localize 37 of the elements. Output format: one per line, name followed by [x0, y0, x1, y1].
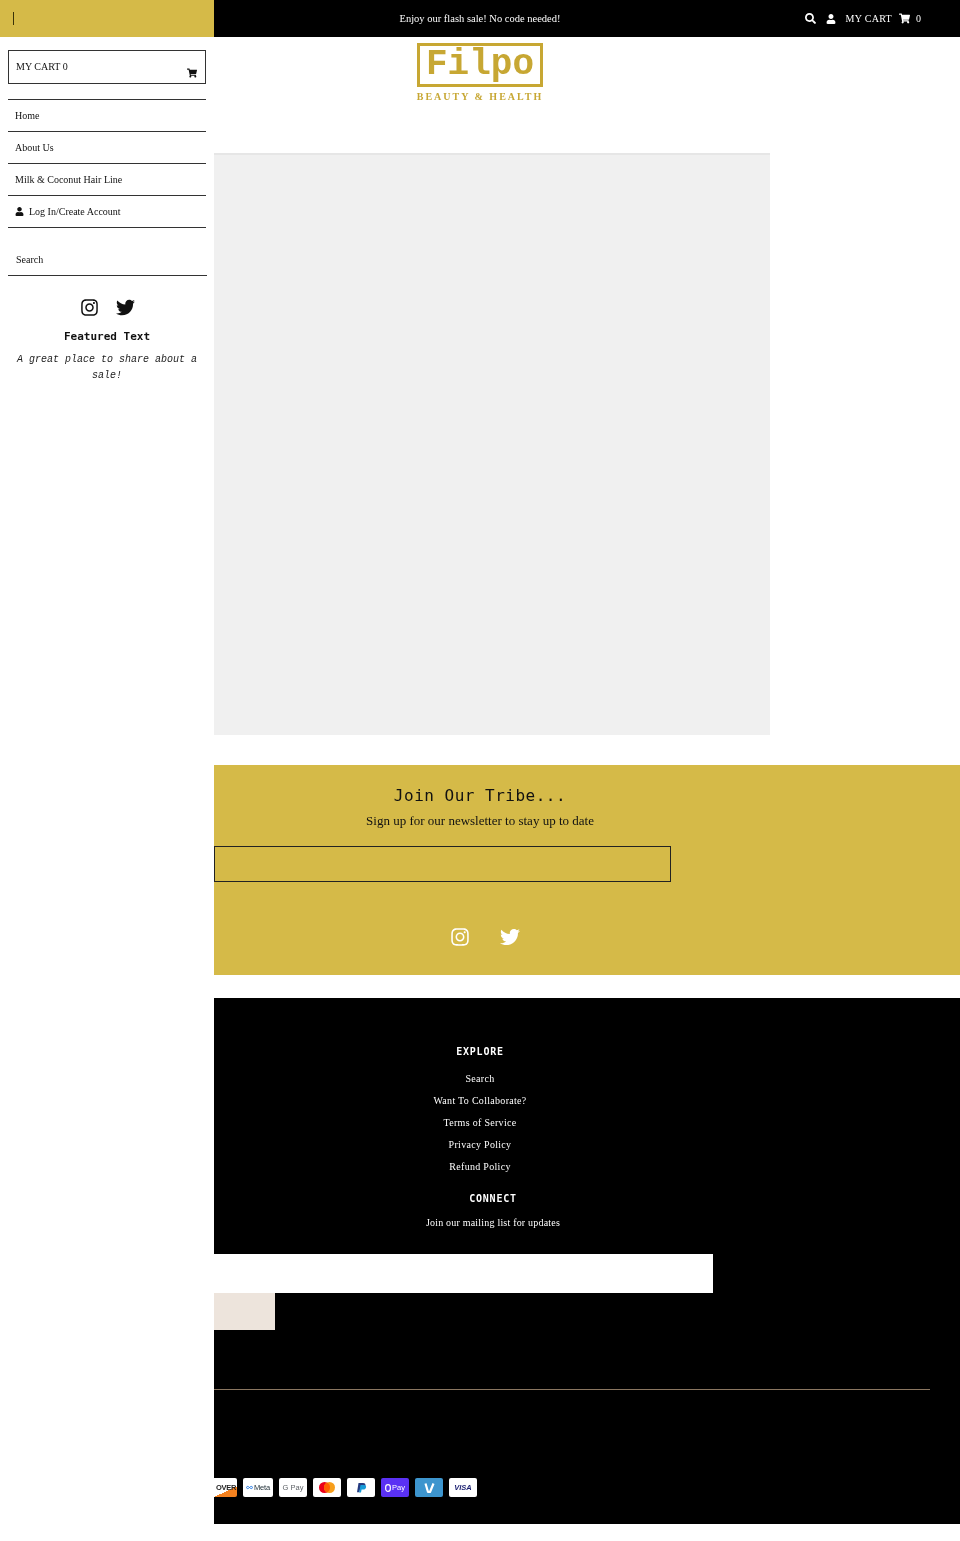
cart-count: 0 [916, 11, 921, 26]
announcement-text: Enjoy our flash sale! No code needed! [399, 11, 561, 26]
venmo-icon [415, 1478, 443, 1497]
footer-link[interactable]: Refund Policy [449, 1156, 511, 1178]
nav-link[interactable]: Milk & Coconut Hair Line [8, 164, 206, 196]
cart-link[interactable]: MY CART [845, 11, 892, 26]
paypal-icon [347, 1478, 375, 1497]
text-cursor-icon [13, 12, 14, 25]
mailing-list-text: Join our mailing list for updates [425, 1216, 561, 1230]
search-field[interactable]: Search [8, 228, 207, 276]
cart-icon[interactable] [899, 13, 910, 24]
featured-title: Featured Text [62, 329, 152, 345]
infinity-icon [246, 1485, 254, 1490]
pill-icon [385, 1483, 392, 1492]
email-field[interactable] [214, 846, 671, 882]
email-field[interactable] [214, 1254, 713, 1293]
logo-tagline: BEAUTY & HEALTH [416, 91, 544, 103]
featured-text: A great place to share about a sale! [15, 353, 198, 383]
cart-icon [187, 68, 197, 78]
footer-link[interactable]: Privacy Policy [448, 1134, 512, 1156]
footer-link[interactable]: Search [465, 1068, 495, 1090]
user-icon[interactable] [825, 13, 836, 24]
user-icon [15, 207, 24, 216]
instagram-icon[interactable] [79, 298, 99, 317]
newsletter-subtitle: Sign up for our newsletter to stay up to date [366, 813, 594, 829]
footer-link[interactable]: Terms of Service [443, 1112, 517, 1134]
nav-link[interactable]: Home [8, 100, 206, 132]
cart-button[interactable]: MY CART 0 [8, 50, 206, 84]
twitter-icon[interactable] [115, 298, 135, 317]
newsletter-title: Join Our Tribe... [393, 786, 567, 806]
search-icon[interactable] [804, 13, 816, 24]
footer-link[interactable]: Want To Collaborate? [433, 1090, 527, 1112]
mastercard-icon [313, 1478, 341, 1497]
nav-link[interactable]: About Us [8, 132, 206, 164]
account-link[interactable]: Log In/Create Account [8, 196, 206, 228]
footer-heading: CONNECT [469, 1192, 517, 1206]
footer-heading: EXPLORE [456, 1045, 504, 1059]
